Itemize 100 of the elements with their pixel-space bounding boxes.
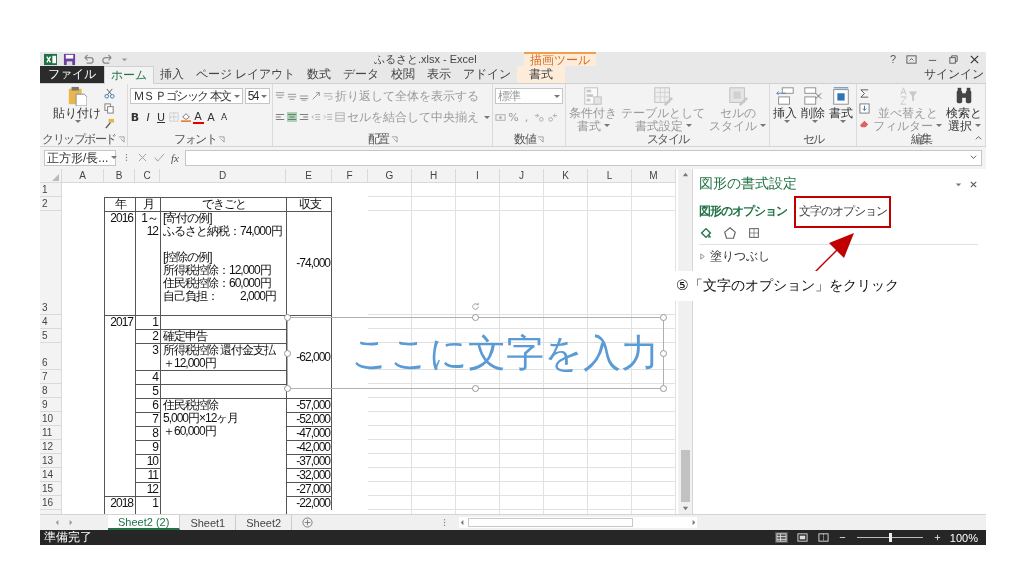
page-layout-icon[interactable]	[795, 532, 809, 543]
ribbon-tab[interactable]: 数式	[301, 66, 338, 83]
align-middle-icon[interactable]	[287, 91, 298, 101]
grow-font-button[interactable]: A	[205, 110, 217, 124]
eraser-icon[interactable]	[859, 118, 871, 129]
next-sheet-icon[interactable]	[67, 519, 74, 526]
resize-handle[interactable]	[284, 385, 291, 392]
decrease-decimal-icon[interactable]	[547, 111, 559, 123]
row-header[interactable]: 7	[40, 370, 62, 384]
save-icon[interactable]	[63, 52, 76, 66]
column-header[interactable]: L	[588, 169, 632, 183]
pane-tab[interactable]: 図形のオプション	[699, 203, 787, 220]
italic-button[interactable]: I	[142, 110, 154, 124]
dialog-launcher-icon[interactable]	[537, 135, 545, 143]
scroll-down-icon[interactable]	[681, 505, 689, 512]
column-header[interactable]: J	[500, 169, 544, 183]
row-header[interactable]: 11	[40, 426, 62, 440]
row-header[interactable]: 10	[40, 412, 62, 426]
ribbon-tab[interactable]: ページ レイアウト	[190, 66, 302, 83]
column-header[interactable]: G	[368, 169, 412, 183]
formula-input[interactable]	[184, 149, 982, 166]
spreadsheet-logo-icon[interactable]	[44, 52, 57, 66]
resize-handle[interactable]	[472, 314, 479, 321]
column-header[interactable]: I	[456, 169, 500, 183]
column-header[interactable]: H	[412, 169, 456, 183]
normal-view-icon[interactable]	[774, 532, 788, 543]
underline-button[interactable]: U	[155, 110, 167, 124]
ribbon-tab[interactable]: 表示	[421, 66, 458, 83]
font-name-field[interactable]: ＭＳ Ｐゴシック 本文	[129, 88, 243, 104]
decrease-indent-icon[interactable]	[311, 112, 322, 122]
ribbon-button[interactable]: 検索と 選択	[945, 86, 984, 132]
font-size-field[interactable]: 54	[244, 88, 271, 104]
scroll-right-icon[interactable]	[690, 519, 697, 526]
row-header[interactable]: 14	[40, 468, 62, 482]
ribbon-display-icon[interactable]	[906, 53, 917, 65]
paint-bucket-icon[interactable]	[699, 226, 713, 240]
rotate-handle-icon[interactable]	[470, 301, 481, 312]
redo-icon[interactable]	[101, 52, 114, 66]
copy-icon[interactable]	[103, 103, 115, 114]
pane-tab[interactable]: 文字のオプション	[799, 203, 887, 220]
resize-handle[interactable]	[284, 314, 291, 321]
ribbon-tab[interactable]: 書式	[517, 66, 566, 83]
increase-indent-icon[interactable]	[323, 112, 334, 122]
row-header[interactable]: 6	[40, 343, 62, 370]
ribbon-button[interactable]: 書式	[828, 86, 855, 123]
ribbon-button[interactable]: 挿入	[772, 86, 799, 123]
add-sheet-icon[interactable]	[302, 517, 314, 528]
close-icon[interactable]	[969, 53, 980, 65]
cancel-icon[interactable]	[137, 152, 148, 164]
increase-decimal-icon[interactable]	[534, 111, 546, 123]
select-all-icon[interactable]	[52, 173, 59, 181]
resize-handle[interactable]	[284, 350, 291, 357]
font-color-button[interactable]: A	[192, 110, 204, 124]
ribbon-tab[interactable]: ホーム	[104, 66, 154, 84]
resize-handle[interactable]	[660, 350, 667, 357]
ribbon-button[interactable]: 削除	[800, 86, 827, 123]
row-header[interactable]: 12	[40, 440, 62, 454]
row-header[interactable]: 15	[40, 482, 62, 496]
align-text-icon[interactable]	[275, 112, 286, 122]
name-box[interactable]: 正方形/長...	[44, 149, 116, 166]
resize-handle[interactable]	[472, 385, 479, 392]
pane-section-header[interactable]: 塗りつぶし	[699, 248, 770, 265]
dialog-launcher-icon[interactable]	[218, 135, 226, 143]
format-painter-icon[interactable]	[103, 118, 115, 129]
insert-function-button[interactable]: fx	[171, 151, 179, 164]
align-text-icon[interactable]	[287, 112, 298, 122]
zoom-level[interactable]: 100%	[949, 531, 978, 544]
sign-in-link[interactable]: サインイン	[924, 66, 986, 83]
align-text-icon[interactable]	[299, 112, 310, 122]
sum-icon[interactable]	[859, 88, 871, 99]
file-tab[interactable]: ファイル	[40, 66, 104, 83]
ribbon-tab[interactable]: データ	[337, 66, 386, 83]
fill-color-icon[interactable]	[180, 112, 191, 122]
scroll-up-icon[interactable]	[681, 171, 689, 178]
ribbon-tab[interactable]: 校閲	[385, 66, 422, 83]
align-top-icon[interactable]	[275, 91, 286, 101]
page-break-icon[interactable]	[816, 532, 830, 543]
horizontal-scrollbar[interactable]	[459, 517, 697, 528]
vertical-scrollbar[interactable]	[679, 169, 691, 514]
row-header[interactable]: 13	[40, 454, 62, 468]
help-button[interactable]: ?	[889, 53, 896, 65]
column-header[interactable]: D	[160, 169, 286, 183]
column-header[interactable]: A	[62, 169, 104, 183]
dialog-launcher-icon[interactable]	[390, 135, 398, 143]
column-header[interactable]: C	[135, 169, 160, 183]
scroll-left-icon[interactable]	[459, 519, 466, 526]
orientation-icon[interactable]	[311, 91, 322, 101]
column-header[interactable]: F	[332, 169, 368, 183]
scroll-thumb[interactable]	[680, 450, 690, 502]
pentagon-icon[interactable]	[723, 226, 737, 240]
bold-button[interactable]: B	[129, 110, 141, 124]
previous-sheet-icon[interactable]	[54, 519, 61, 526]
scroll-thumb[interactable]	[468, 518, 633, 527]
row-header[interactable]: 2	[40, 197, 62, 211]
row-header[interactable]: 4	[40, 315, 62, 329]
shrink-font-button[interactable]: A	[218, 112, 230, 122]
resize-handle[interactable]	[660, 385, 667, 392]
column-header[interactable]: E	[286, 169, 332, 183]
column-header[interactable]: B	[104, 169, 135, 183]
dialog-launcher-icon[interactable]	[117, 135, 125, 143]
